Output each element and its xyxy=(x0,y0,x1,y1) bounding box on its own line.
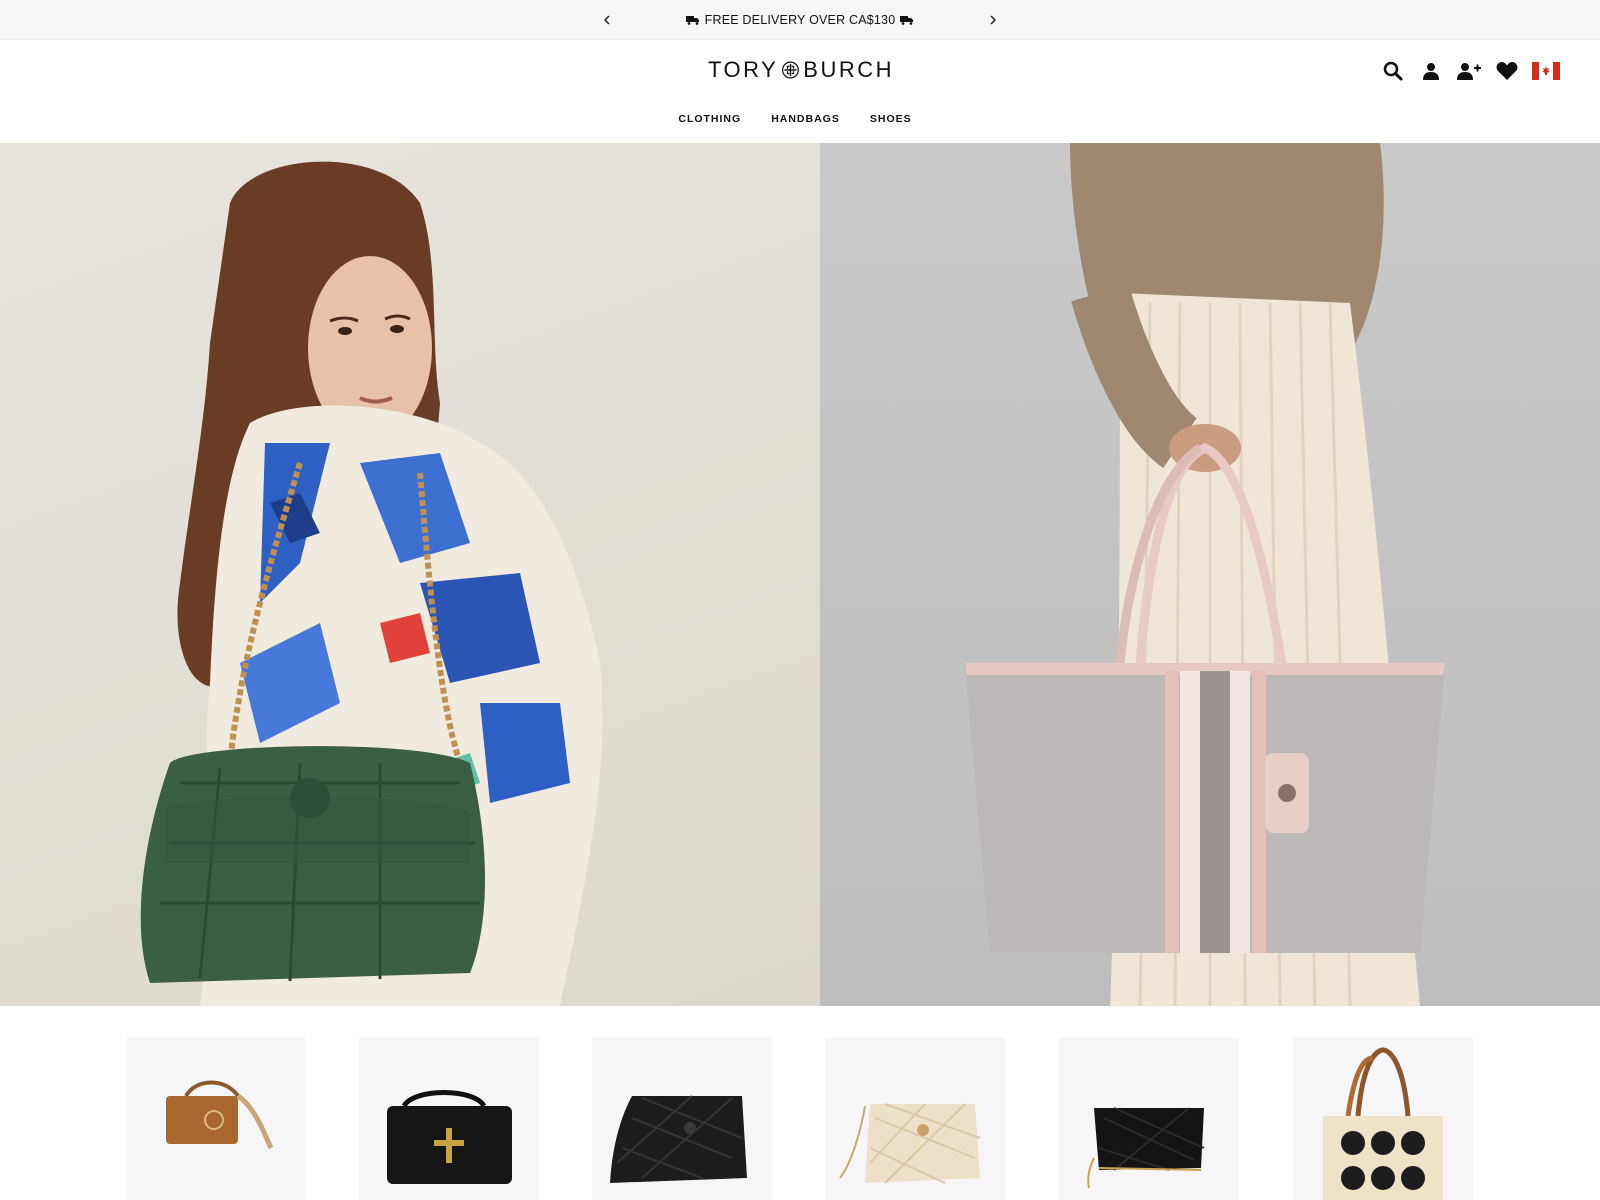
country-selector[interactable] xyxy=(1532,62,1560,80)
promo-text: FREE DELIVERY OVER CA$130 xyxy=(704,13,896,27)
monogram-tote-image xyxy=(1323,1047,1443,1200)
chevron-right-icon xyxy=(990,15,997,25)
model-with-tote-bag-image xyxy=(965,143,1445,1006)
chevron-left-icon xyxy=(603,15,610,25)
black-quilted-bag-image xyxy=(610,1095,747,1183)
search-icon xyxy=(1383,61,1403,81)
model-with-green-bag-image xyxy=(140,161,603,1006)
flag-red-band xyxy=(1532,62,1539,80)
product-card[interactable] xyxy=(126,1038,306,1200)
wishlist-button[interactable] xyxy=(1494,58,1520,84)
cream-quilted-bag-image xyxy=(839,1103,981,1184)
product-card[interactable] xyxy=(1059,1038,1239,1200)
search-button[interactable] xyxy=(1380,58,1406,84)
promo-message[interactable]: FREE DELIVERY OVER CA$130 xyxy=(620,0,980,40)
black-structured-bag-image xyxy=(387,1090,512,1184)
nav-clothing[interactable]: CLOTHING xyxy=(678,113,741,125)
register-button[interactable] xyxy=(1456,58,1482,84)
tory-burch-medallion-icon xyxy=(782,61,800,79)
product-row xyxy=(0,1038,1600,1200)
canada-flag-icon xyxy=(1539,62,1553,80)
header-icons xyxy=(1380,58,1560,84)
black-chain-bag-image xyxy=(1087,1107,1205,1189)
hero-banner xyxy=(0,143,1600,1006)
promo-bar: FREE DELIVERY OVER CA$130 xyxy=(0,0,1600,40)
product-card[interactable] xyxy=(592,1038,772,1200)
tan-shoulder-bag-image xyxy=(166,1080,274,1150)
product-card[interactable] xyxy=(1293,1038,1473,1200)
register-icon xyxy=(1457,63,1481,80)
product-card[interactable] xyxy=(359,1038,539,1200)
logo-text-burch: BURCH xyxy=(803,57,894,82)
nav-handbags[interactable]: HANDBAGS xyxy=(771,113,840,125)
site-header: TORY BURCH CLOTHING HANDBAGS SHOES xyxy=(0,40,1600,143)
nav-shoes[interactable]: SHOES xyxy=(870,113,912,125)
promo-next-button[interactable] xyxy=(981,0,1005,40)
hero-left-image[interactable] xyxy=(0,143,820,1006)
product-card[interactable] xyxy=(825,1038,1005,1200)
account-button[interactable] xyxy=(1418,58,1444,84)
logo-text-tory: TORY xyxy=(708,57,779,82)
truck-icon xyxy=(685,16,699,25)
account-icon xyxy=(1423,63,1439,80)
tory-burch-logo[interactable]: TORY BURCH xyxy=(708,54,894,86)
maple-leaf-icon xyxy=(1542,66,1550,75)
hero-right-image[interactable] xyxy=(820,143,1600,1006)
promo-prev-button[interactable] xyxy=(595,0,619,40)
truck-icon xyxy=(900,16,914,25)
main-nav: CLOTHING HANDBAGS SHOES xyxy=(0,113,1600,125)
flag-red-band xyxy=(1553,62,1560,80)
wishlist-icon xyxy=(1496,62,1518,80)
